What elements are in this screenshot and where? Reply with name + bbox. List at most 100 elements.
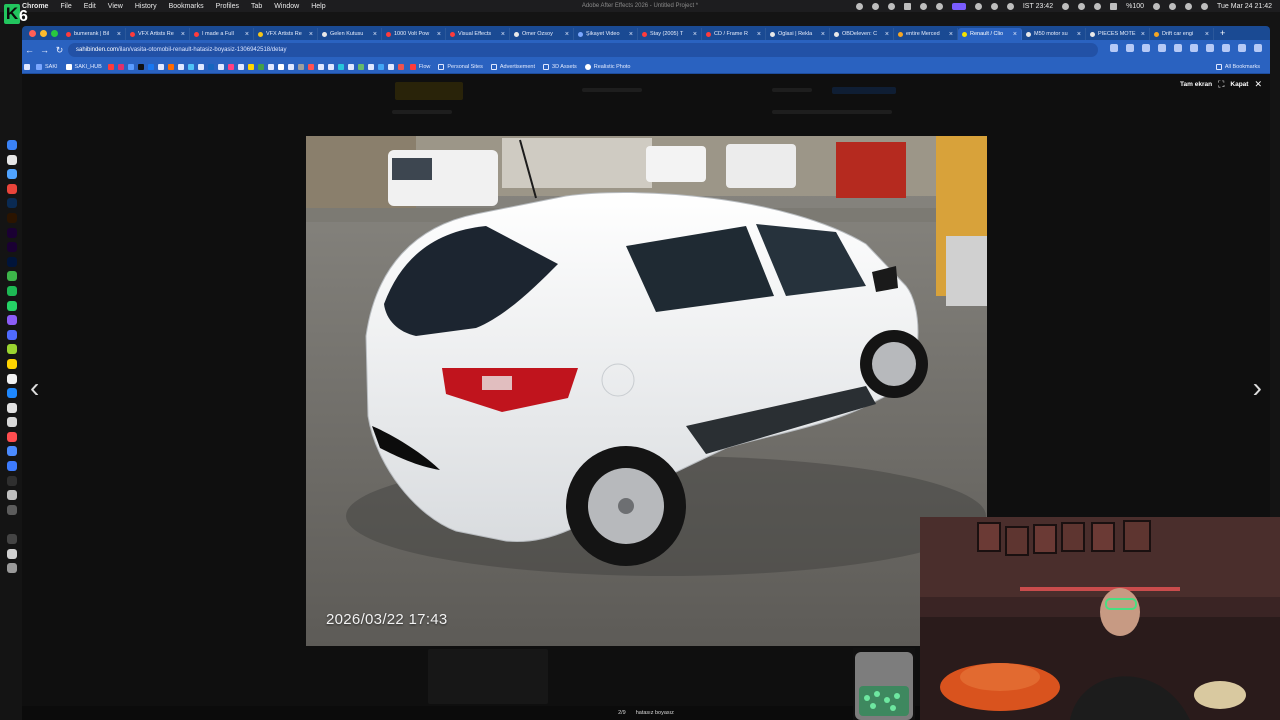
apps-grid-icon[interactable] — [22, 63, 32, 70]
status-icon[interactable] — [871, 2, 879, 10]
bookmark-site[interactable] — [346, 63, 356, 70]
siri-icon[interactable] — [1201, 2, 1208, 10]
bookmark-site[interactable] — [396, 63, 406, 70]
tab-close-icon[interactable]: × — [1141, 31, 1145, 38]
tab-close-icon[interactable]: × — [117, 31, 121, 38]
chevron-left-icon[interactable]: ‹ — [30, 374, 39, 402]
bookmark-site[interactable] — [326, 63, 336, 70]
status-icon[interactable] — [887, 2, 895, 10]
status-icon[interactable] — [919, 2, 927, 10]
bookmark-saki-hub[interactable]: SAKI_HUB — [62, 63, 106, 70]
bookmark-site[interactable] — [186, 63, 196, 70]
bookmark-site[interactable] — [286, 63, 296, 70]
all-bookmarks[interactable]: All Bookmarks — [1212, 63, 1264, 70]
dock-app-icon[interactable] — [6, 271, 17, 282]
gallery-photo[interactable]: 2026/03/22 17:43 — [306, 136, 987, 646]
status-icon[interactable] — [935, 2, 943, 10]
bookmark-site[interactable] — [306, 63, 316, 70]
bookmark-youtube[interactable] — [106, 63, 116, 70]
extension-icon[interactable] — [1174, 44, 1182, 52]
bookmark-folder-advertisement[interactable]: Advertisement — [487, 63, 539, 70]
dock-app-icon[interactable] — [6, 431, 17, 442]
bookmark-site[interactable] — [366, 63, 376, 70]
trash-icon[interactable] — [6, 563, 17, 574]
browser-tab[interactable]: Stay (2005) T × — [638, 28, 702, 40]
extension-icon[interactable] — [1190, 44, 1198, 52]
bookmark-site[interactable] — [226, 63, 236, 70]
bookmark-folder-flow[interactable]: Flow — [406, 63, 435, 70]
browser-tab[interactable]: M50 motor su × — [1022, 28, 1086, 40]
status-icon[interactable] — [1062, 2, 1070, 10]
dock-app-icon[interactable] — [6, 154, 17, 165]
menu-history[interactable]: History — [135, 3, 157, 10]
bookmark-site[interactable] — [376, 63, 386, 70]
dock-app-icon[interactable] — [6, 490, 17, 501]
back-arrow-icon[interactable]: ← — [22, 45, 37, 55]
tab-close-icon[interactable]: × — [1013, 31, 1017, 38]
whatsapp-icon[interactable] — [6, 300, 17, 311]
fullscreen-icon[interactable]: ⛶ — [1218, 79, 1224, 90]
extensions-puzzle-icon[interactable] — [1206, 44, 1214, 52]
dock-app-icon[interactable] — [6, 548, 17, 559]
browser-tab[interactable]: 1000 Volt Pow × — [382, 28, 446, 40]
new-tab-button[interactable]: + — [1214, 28, 1225, 38]
bookmark-linkedin[interactable] — [126, 63, 136, 70]
tab-close-icon[interactable]: × — [629, 31, 633, 38]
menu-edit[interactable]: Edit — [84, 3, 96, 10]
bookmark-site[interactable] — [196, 63, 206, 70]
menu-profiles[interactable]: Profiles — [216, 3, 239, 10]
bookmark-site[interactable] — [206, 63, 216, 70]
bookmark-folder-3d-assets[interactable]: 3D Assets — [539, 63, 581, 70]
status-icon[interactable] — [1006, 2, 1014, 10]
browser-tab[interactable]: I made a Full × — [190, 28, 254, 40]
tab-close-icon[interactable]: × — [885, 31, 889, 38]
tab-close-icon[interactable]: × — [693, 31, 697, 38]
chrome-menu-icon[interactable] — [1254, 44, 1262, 52]
bookmark-star-icon[interactable] — [1110, 44, 1118, 52]
dock-app-icon[interactable] — [6, 344, 17, 355]
control-center-icon[interactable] — [1185, 2, 1192, 10]
bookmark-x[interactable] — [136, 63, 146, 70]
wifi-icon[interactable] — [1153, 2, 1160, 10]
bookmark-site[interactable] — [356, 63, 366, 70]
extension-icon[interactable] — [1158, 44, 1166, 52]
chevron-right-icon[interactable]: › — [1253, 374, 1262, 402]
tab-close-icon[interactable]: × — [437, 31, 441, 38]
recording-icon[interactable] — [951, 2, 966, 10]
extension-icon[interactable] — [1126, 44, 1134, 52]
menu-view[interactable]: View — [108, 3, 123, 10]
dock-app-icon[interactable] — [6, 446, 17, 457]
dock-app-icon[interactable] — [6, 417, 17, 428]
tab-close-icon[interactable]: × — [821, 31, 825, 38]
tab-close-icon[interactable]: × — [757, 31, 761, 38]
bookmark-site[interactable] — [336, 63, 346, 70]
dock-app-icon[interactable] — [6, 373, 17, 384]
status-icon[interactable] — [855, 2, 863, 10]
dock-app-icon[interactable] — [6, 183, 17, 194]
tab-close-icon[interactable]: × — [501, 31, 505, 38]
profile-avatar[interactable] — [1238, 44, 1246, 52]
premiere-icon[interactable] — [6, 227, 17, 238]
discord-icon[interactable] — [6, 329, 17, 340]
bookmark-folder-personal-sites[interactable]: Personal Sites — [434, 63, 486, 70]
status-icon[interactable] — [974, 2, 982, 10]
tab-close-icon[interactable]: × — [1205, 31, 1209, 38]
bookmark-site[interactable] — [236, 63, 246, 70]
bookmark-site[interactable] — [386, 63, 396, 70]
browser-tab[interactable]: entire Merced × — [894, 28, 958, 40]
browser-tab[interactable]: Omer Ozsoy × — [510, 28, 574, 40]
volume-icon[interactable] — [1078, 2, 1086, 10]
bookmark-site[interactable] — [166, 63, 176, 70]
bookmark-site[interactable] — [246, 63, 256, 70]
bluetooth-icon[interactable] — [1094, 2, 1102, 10]
close-gallery-label[interactable]: Kapat — [1230, 81, 1248, 88]
bookmark-saki[interactable]: SAKI — [32, 63, 62, 70]
browser-tab[interactable]: Gelen Kutusu × — [318, 28, 382, 40]
browser-tab[interactable]: OBDeleven: C × — [830, 28, 894, 40]
browser-tab[interactable]: Oglasi | Rekla × — [766, 28, 830, 40]
dock-app-icon[interactable] — [6, 534, 17, 545]
browser-tab[interactable]: Renault / Clio × — [958, 28, 1022, 40]
bookmark-site[interactable] — [266, 63, 276, 70]
bookmark-site[interactable] — [256, 63, 266, 70]
tab-close-icon[interactable]: × — [309, 31, 313, 38]
